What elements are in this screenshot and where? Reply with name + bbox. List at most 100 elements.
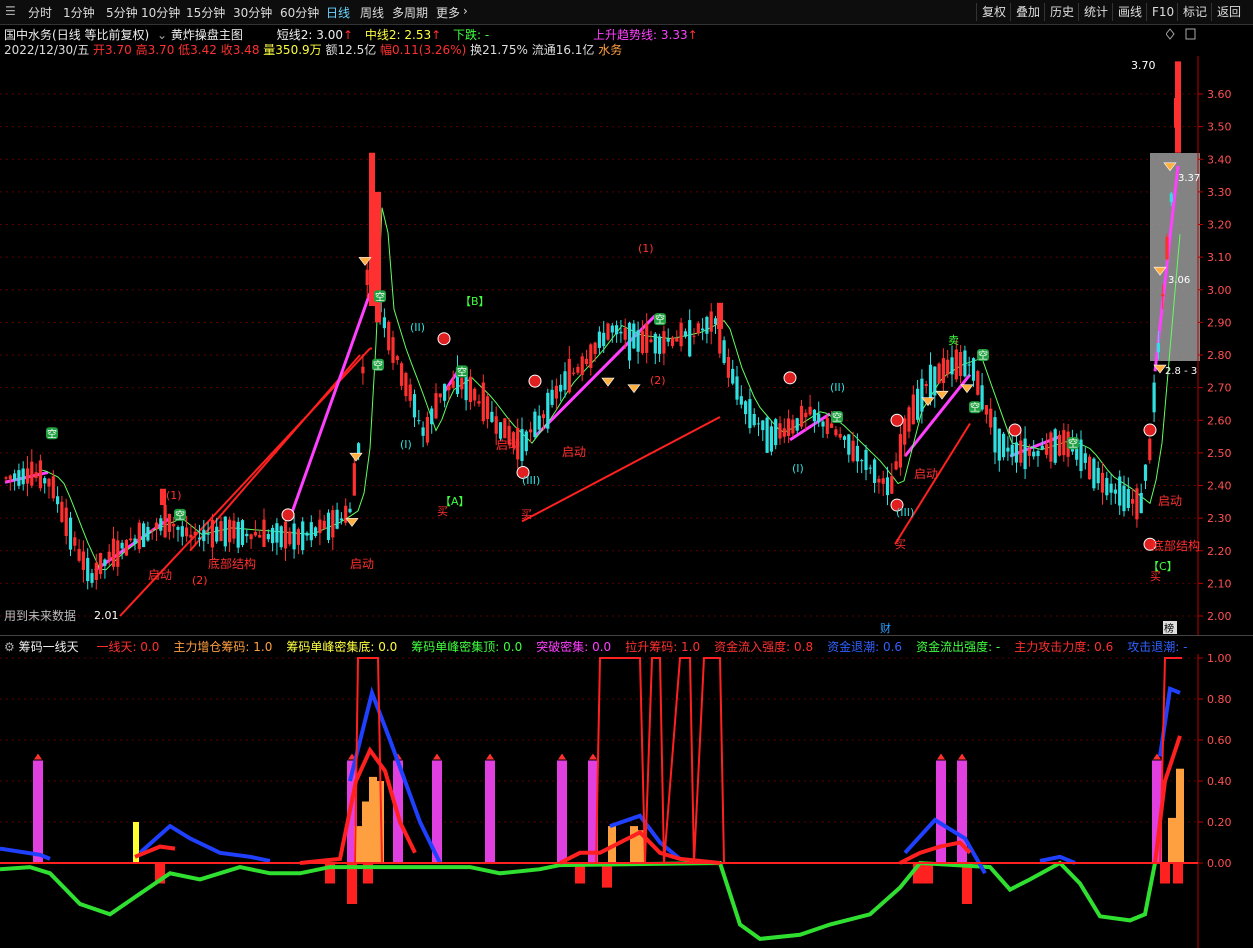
main-kline-chart[interactable]: 空空空空空空空空空空 3.603.503.403.303.203.103.002… (0, 56, 1253, 635)
tab-weekly[interactable]: 周线 (360, 4, 384, 20)
breakout-bar (485, 760, 495, 863)
indicator-title[interactable]: 筹码一线天 (19, 640, 79, 654)
tab-5min[interactable]: 5分钟 (106, 4, 138, 20)
price-tick-label: 2.20 (1207, 545, 1232, 558)
candle-body (412, 394, 417, 418)
empty-marker-label: 空 (175, 509, 185, 522)
price-tick-label: 3.40 (1207, 153, 1232, 166)
num-2-label-2: (2) (650, 374, 666, 387)
candle-body (847, 434, 851, 455)
candle-body (468, 376, 472, 403)
btn-fuquan[interactable]: 复权 (976, 3, 1011, 21)
indicator-name[interactable]: 黄炸操盘主图 (171, 28, 243, 42)
candle-body (627, 322, 632, 361)
candle-body (73, 537, 77, 546)
indicator-item-1: 主力增仓筹码: 1.0 (173, 640, 273, 654)
empty-marker-label: 空 (655, 313, 665, 326)
btn-history[interactable]: 历史 (1044, 3, 1079, 21)
btn-stats[interactable]: 统计 (1078, 3, 1113, 21)
candle-body (791, 419, 795, 434)
candle-body (107, 551, 111, 560)
tab-multi-period[interactable]: 多周期 (392, 4, 428, 20)
tab-fenshi[interactable]: 分时 (28, 4, 52, 20)
candle-body (688, 320, 692, 357)
inflow-bar (1176, 768, 1184, 863)
candle-body (1135, 488, 1139, 520)
short-line-value: 短线2: 3.00 (276, 28, 343, 42)
chevron-down-icon[interactable]: ⌄ (157, 28, 167, 42)
candle-body (90, 573, 94, 583)
candle-body (129, 538, 133, 541)
candle-body (941, 358, 945, 384)
candle-body (963, 350, 967, 377)
candle-body (907, 407, 911, 432)
candle-body (649, 339, 653, 342)
candle-body (206, 533, 210, 535)
candle-body (369, 152, 375, 307)
candle-body (279, 526, 283, 548)
candle-body (881, 478, 885, 484)
btn-f10[interactable]: F10 (1146, 3, 1179, 21)
diamond-icon[interactable] (1166, 28, 1175, 40)
candle-body (443, 383, 447, 401)
candle-body (185, 527, 189, 537)
candle-body (1057, 434, 1062, 456)
period-toolbar: 分时 1分钟 5分钟 10分钟 15分钟 30分钟 60分钟 日线 周线 多周期… (0, 0, 1253, 25)
turnover-value: 换21.75% (470, 43, 528, 57)
indicator-chart[interactable]: 1.00 0.80 0.60 0.40 0.20 0.00 (0, 654, 1253, 948)
empty-marker-label: 空 (375, 290, 385, 303)
candle-body (873, 459, 877, 483)
price-tick-label: 2.10 (1207, 577, 1232, 590)
candle-body (103, 559, 107, 566)
price-tick-label: 3.50 (1207, 121, 1232, 134)
candle-body (314, 527, 318, 537)
candle-body (408, 384, 412, 401)
period-info: (日线 等比前复权) (52, 28, 150, 42)
candle-body (640, 330, 644, 354)
candle-body (1032, 451, 1036, 457)
btn-mark[interactable]: 标记 (1177, 3, 1212, 21)
candle-body (812, 409, 816, 422)
candle-body (864, 449, 868, 470)
gear-icon[interactable]: ⚙ (4, 640, 15, 654)
candle-body (137, 522, 141, 550)
candle-body (335, 509, 339, 529)
indicator-header: ⚙ 筹码一线天 一线天: 0.0 主力增仓筹码: 1.0 筹码单峰密集底: 0.0 筹… (4, 638, 1187, 654)
candle-body (150, 529, 154, 531)
candle-body (120, 542, 124, 549)
candle-body (133, 538, 137, 544)
tab-60min[interactable]: 60分钟 (280, 4, 319, 20)
change-value: 幅0.11(3.26%) (380, 43, 467, 57)
tab-more[interactable]: 更多 (436, 4, 460, 20)
low-value: 低3.42 (178, 43, 217, 57)
tab-daily[interactable]: 日线 (326, 4, 350, 20)
candle-body (722, 340, 726, 363)
diamond-icon (345, 518, 359, 527)
tab-10min[interactable]: 10分钟 (141, 4, 180, 20)
candle-body (580, 356, 584, 375)
candle-body (322, 520, 326, 529)
square-icon[interactable] (1185, 28, 1196, 40)
inflow-bar (362, 801, 370, 863)
btn-overlay[interactable]: 叠加 (1010, 3, 1045, 21)
amount-value: 额12.5亿 (325, 43, 377, 57)
chevron-right-icon[interactable]: › (463, 4, 468, 20)
candle-body (1014, 442, 1019, 463)
menu-icon[interactable]: ☰ (5, 4, 16, 20)
tab-30min[interactable]: 30分钟 (233, 4, 272, 20)
candle-body (438, 393, 442, 398)
candle-body (180, 526, 184, 537)
btn-back[interactable]: 返回 (1211, 3, 1246, 21)
btn-draw[interactable]: 画线 (1112, 3, 1147, 21)
candle-body (292, 523, 296, 550)
candle-body (653, 333, 657, 354)
candle-body (348, 508, 352, 513)
candle-body (1152, 382, 1156, 413)
tab-15min[interactable]: 15分钟 (186, 4, 225, 20)
candle-body (976, 371, 980, 395)
tab-1min[interactable]: 1分钟 (63, 4, 95, 20)
candle-body (610, 325, 614, 333)
indicator-values: 一线天: 0.0 主力增仓筹码: 1.0 筹码单峰密集底: 0.0 筹码单峰密集顶: … (82, 640, 1187, 654)
candle-body (434, 393, 438, 419)
candle-body (494, 416, 498, 434)
